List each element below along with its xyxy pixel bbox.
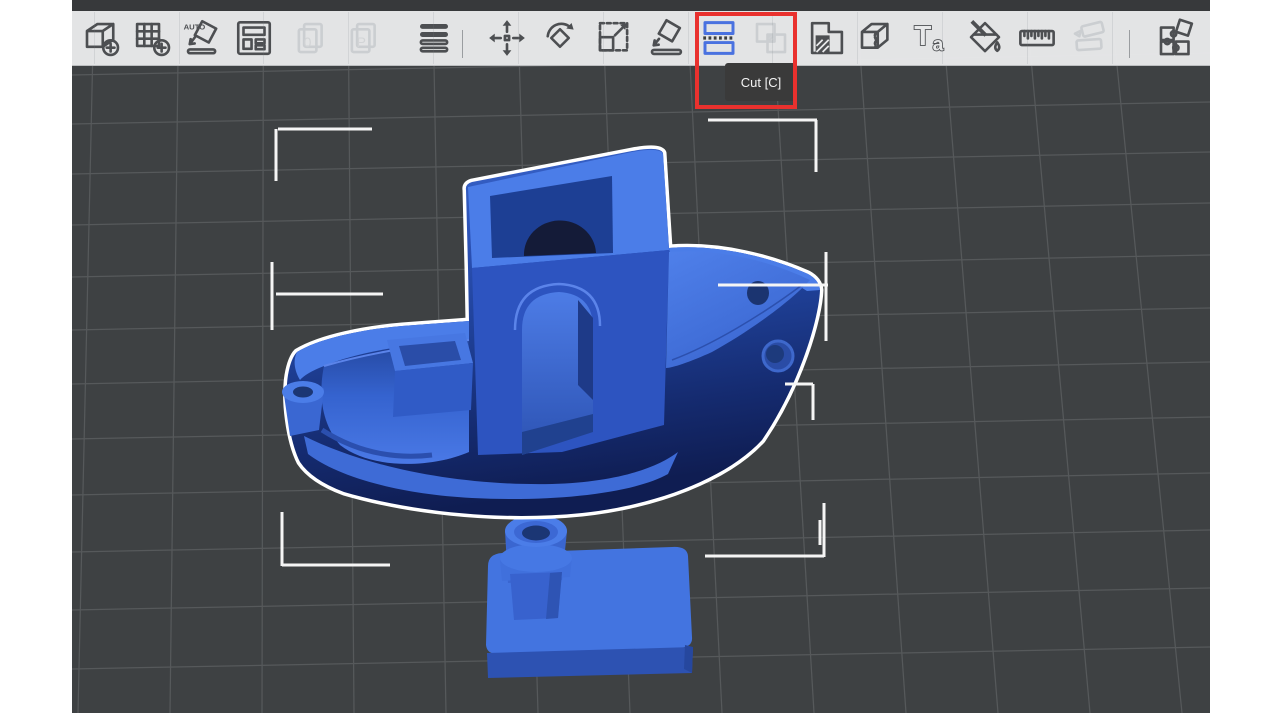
- layer-stack-icon: [413, 17, 455, 59]
- text-tool-button[interactable]: T a: [907, 15, 953, 61]
- placement-plate-part[interactable]: [486, 515, 693, 678]
- split-to-parts-button[interactable]: [1152, 15, 1198, 61]
- measure-icon: [1016, 17, 1058, 59]
- toolbar-grid-shine: [857, 12, 858, 64]
- benchy-boat-model[interactable]: [282, 149, 820, 516]
- arrange-icon: [233, 17, 275, 59]
- rotate-icon: [539, 17, 581, 59]
- scene-3d: [72, 0, 1210, 713]
- auto-orient-button[interactable]: AUTO: [179, 15, 225, 61]
- toolbar-grid-shine: [942, 12, 943, 64]
- variable-layer-height-button[interactable]: [411, 15, 457, 61]
- toolbar-grid-shine: [688, 12, 689, 64]
- scale-icon: [593, 17, 635, 59]
- move-icon: [486, 17, 528, 59]
- add-plate-button[interactable]: [129, 15, 175, 61]
- color-painting-icon: [964, 17, 1006, 59]
- seam-painting-icon: [855, 17, 897, 59]
- add-object-button[interactable]: [78, 15, 124, 61]
- lay-on-face-icon: [645, 17, 687, 59]
- copy-icon: 0: [291, 17, 333, 59]
- toolbar-separator: [462, 30, 463, 58]
- svg-text:P: P: [357, 34, 366, 50]
- top-strip: [72, 0, 1210, 11]
- support-painting-button[interactable]: [804, 15, 850, 61]
- assembly-button: [1066, 15, 1112, 61]
- toolbar-grid-shine: [348, 12, 349, 64]
- seam-painting-button[interactable]: [853, 15, 899, 61]
- highlight-rectangle: [695, 12, 797, 109]
- scale-button[interactable]: [591, 15, 637, 61]
- toolbar-grid-shine: [518, 12, 519, 64]
- support-painting-icon: [806, 17, 848, 59]
- toolbar-grid-shine: [179, 12, 180, 64]
- main-toolbar: AUTO 0: [72, 11, 1210, 66]
- add-plate-icon: [131, 17, 173, 59]
- color-painting-button[interactable]: [962, 15, 1008, 61]
- measure-button[interactable]: [1014, 15, 1060, 61]
- svg-text:0: 0: [304, 34, 312, 50]
- toolbar-grid-shine: [433, 12, 434, 64]
- split-puzzle-icon: [1154, 17, 1196, 59]
- toolbar-grid-shine: [1112, 12, 1113, 64]
- paste-icon: P: [344, 17, 386, 59]
- lay-on-face-button[interactable]: [643, 15, 689, 61]
- toolbar-separator: [1129, 30, 1130, 58]
- text-tool-icon: T a: [909, 17, 951, 59]
- auto-orient-icon: AUTO: [181, 17, 223, 59]
- viewport-stage: AUTO 0: [72, 0, 1210, 713]
- toolbar-grid-shine: [603, 12, 604, 64]
- rotate-button[interactable]: [537, 15, 583, 61]
- arrange-button[interactable]: [231, 15, 277, 61]
- add-object-icon: [80, 17, 122, 59]
- assembly-icon: [1068, 17, 1110, 59]
- move-button[interactable]: [484, 15, 530, 61]
- toolbar-grid-shine: [263, 12, 264, 64]
- copy-button: 0: [289, 15, 335, 61]
- svg-text:T: T: [914, 20, 931, 51]
- toolbar-grid-shine: [94, 12, 95, 64]
- toolbar-grid-shine: [1027, 12, 1028, 64]
